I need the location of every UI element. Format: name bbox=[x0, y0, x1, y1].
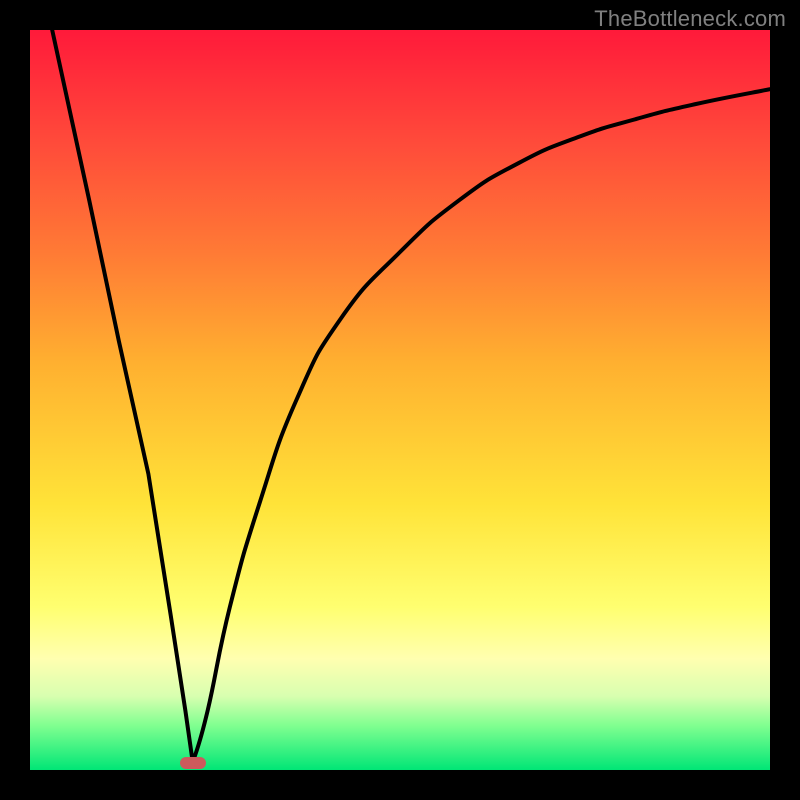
bottleneck-curve bbox=[30, 30, 770, 770]
curve-path bbox=[52, 30, 770, 763]
optimum-marker bbox=[180, 757, 206, 769]
watermark-text: TheBottleneck.com bbox=[594, 6, 786, 32]
